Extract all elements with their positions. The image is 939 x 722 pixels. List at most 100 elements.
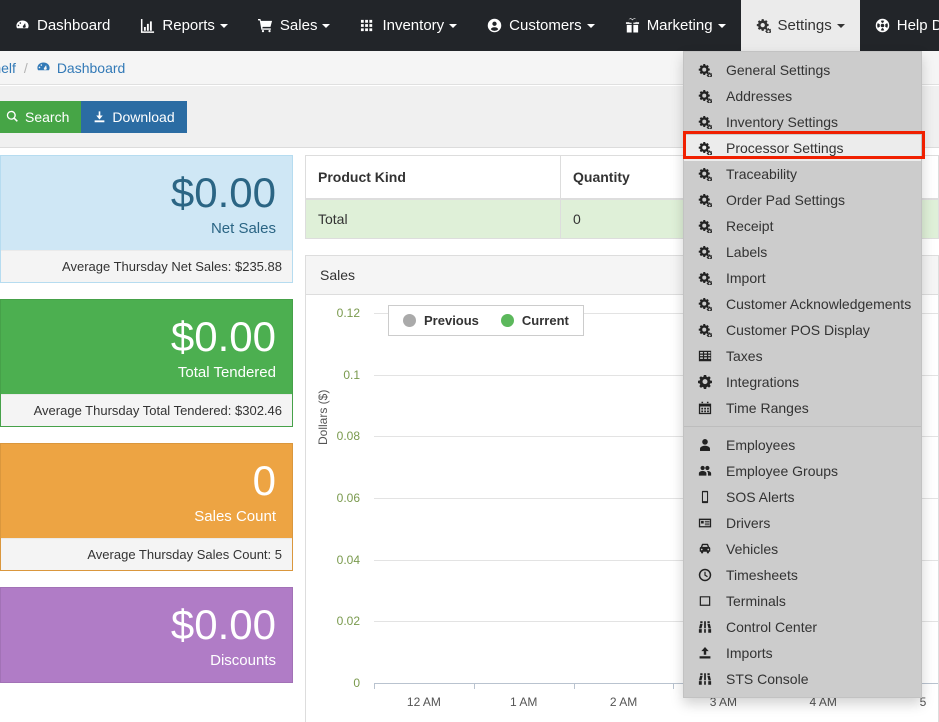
menu-item-label: Timesheets — [726, 567, 798, 583]
lifebuoy-icon — [875, 18, 890, 33]
nav-item-label: Sales — [279, 17, 318, 34]
binoculars-icon — [698, 620, 718, 634]
menu-item-taxes[interactable]: Taxes — [684, 343, 921, 369]
chevron-down-icon — [586, 23, 595, 28]
nav-item-marketing[interactable]: Marketing — [610, 0, 741, 51]
gears-icon — [698, 323, 718, 337]
chevron-down-icon — [449, 23, 458, 28]
chart-legend-item-current[interactable]: Current — [500, 313, 569, 328]
chart-legend[interactable]: Previous Current — [388, 305, 584, 336]
kpi-card-net-sales[interactable]: $0.00 Net Sales Average Thursday Net Sales… — [0, 155, 293, 283]
kpi-label: Total Tendered — [177, 364, 276, 381]
menu-item-customer-acknowledgements[interactable]: Customer Acknowledgements — [684, 291, 921, 317]
table-icon — [698, 349, 718, 363]
main-navbar: Dashboard Reports Sales Inventory Customers M… — [0, 0, 939, 51]
gears-icon — [698, 297, 718, 311]
menu-item-receipt[interactable]: Receipt — [684, 213, 921, 239]
nav-item-sales[interactable]: Sales — [243, 0, 346, 51]
nav-item-label: Dashboard — [37, 17, 111, 34]
id-card-icon — [698, 516, 718, 530]
menu-item-processor-settings[interactable]: Processor Settings — [684, 135, 921, 161]
menu-item-integrations[interactable]: Integrations — [684, 369, 921, 395]
download-icon — [93, 110, 106, 124]
menu-item-label: SOS Alerts — [726, 489, 795, 505]
menu-item-time-ranges[interactable]: Time Ranges — [684, 395, 921, 421]
nav-item-help-desk[interactable]: Help Desk — [860, 0, 939, 51]
chart-x-tick-mark — [473, 683, 475, 689]
menu-item-employees[interactable]: Employees — [684, 432, 921, 458]
gear-icon — [698, 375, 718, 389]
chart-x-tick-label: 12 AM — [406, 695, 441, 709]
kpi-label: Sales Count — [194, 508, 276, 525]
menu-item-label: Labels — [726, 244, 768, 260]
chevron-down-icon — [836, 23, 845, 28]
menu-item-addresses[interactable]: Addresses — [684, 83, 921, 109]
menu-item-imports[interactable]: Imports — [684, 640, 921, 666]
nav-item-reports[interactable]: Reports — [125, 0, 243, 51]
kpi-card-sales-count[interactable]: 0 Sales Count Average Thursday Sales Count… — [0, 443, 293, 571]
breadcrumb-label-dashboard: Dashboard — [56, 59, 126, 76]
gears-icon — [698, 245, 718, 259]
download-button[interactable]: Download — [81, 100, 187, 133]
clock-icon — [698, 568, 718, 582]
kpi-footer: Average Thursday Total Tendered: $302.46 — [1, 394, 292, 426]
chevron-down-icon — [717, 23, 726, 28]
chart-legend-item-previous[interactable]: Previous — [403, 313, 479, 328]
kpi-card-total-tendered[interactable]: $0.00 Total Tendered Average Thursday Tota… — [0, 299, 293, 427]
search-button[interactable]: Search — [0, 100, 82, 133]
nav-item-inventory[interactable]: Inventory — [345, 0, 472, 51]
menu-item-import[interactable]: Import — [684, 265, 921, 291]
kpi-card-body: $0.00 Net Sales — [1, 156, 292, 250]
menu-item-customer-pos-display[interactable]: Customer POS Display — [684, 317, 921, 343]
nav-item-label: Marketing — [646, 17, 713, 34]
chart-y-tick-label: 0.12 — [336, 306, 360, 320]
menu-item-terminals[interactable]: Terminals — [684, 588, 921, 614]
nav-item-label: Customers — [509, 17, 582, 34]
menu-item-general-settings[interactable]: General Settings — [684, 57, 921, 83]
menu-item-label: Drivers — [726, 515, 771, 531]
menu-item-label: Employee Groups — [726, 463, 839, 479]
chart-y-tick-label: 0.06 — [336, 491, 360, 505]
chart-y-tick-label: 0.08 — [336, 429, 360, 444]
nav-item-dashboard[interactable]: Dashboard — [0, 0, 125, 51]
menu-item-sos-alerts[interactable]: SOS Alerts — [684, 484, 921, 510]
menu-item-order-pad-settings[interactable]: Order Pad Settings — [684, 187, 921, 213]
kpi-value: 0 — [252, 457, 276, 504]
kpi-card-discounts[interactable]: $0.00 Discounts — [0, 587, 293, 683]
kpi-footer: Average Thursday Sales Count: 5 — [1, 538, 292, 570]
kpi-card-body: $0.00 Discounts — [1, 588, 292, 682]
nav-item-customers[interactable]: Customers — [472, 0, 610, 51]
gears-icon — [698, 219, 718, 233]
table-cell-product-kind: Total — [305, 198, 561, 239]
kpi-value: $0.00 — [170, 601, 276, 648]
menu-item-vehicles[interactable]: Vehicles — [684, 536, 921, 562]
shopping-cart-icon — [257, 18, 273, 33]
binoculars-icon — [698, 672, 718, 686]
gears-icon — [698, 167, 718, 181]
menu-item-label: Vehicles — [726, 541, 779, 557]
breadcrumb-item-dashboard[interactable]: Dashboard — [36, 59, 126, 76]
user-circle-icon — [487, 18, 502, 33]
gears-icon — [698, 89, 718, 103]
nav-item-label: Help Desk — [896, 17, 939, 34]
breadcrumb-item-shelf[interactable]: Shelf — [0, 60, 16, 76]
menu-item-inventory-settings[interactable]: Inventory Settings — [684, 109, 921, 135]
kpi-label: Discounts — [210, 652, 276, 669]
menu-item-traceability[interactable]: Traceability — [684, 161, 921, 187]
menu-item-employee-groups[interactable]: Employee Groups — [684, 458, 921, 484]
menu-item-labels[interactable]: Labels — [684, 239, 921, 265]
dashboard-icon — [36, 60, 51, 75]
kpi-card-body: $0.00 Total Tendered — [1, 300, 292, 394]
legend-color-swatch — [403, 314, 416, 327]
mobile-icon — [698, 490, 718, 504]
nav-item-settings[interactable]: Settings — [740, 0, 860, 51]
menu-item-label: Time Ranges — [726, 400, 809, 416]
menu-item-label: Employees — [726, 437, 796, 453]
menu-item-control-center[interactable]: Control Center — [684, 614, 921, 640]
menu-item-drivers[interactable]: Drivers — [684, 510, 921, 536]
chart-x-tick-mark — [573, 683, 575, 689]
kpi-card-list: $0.00 Net Sales Average Thursday Net Sales… — [0, 155, 293, 699]
menu-item-sts-console[interactable]: STS Console — [684, 666, 921, 692]
menu-item-label: General Settings — [726, 62, 831, 78]
menu-item-timesheets[interactable]: Timesheets — [684, 562, 921, 588]
